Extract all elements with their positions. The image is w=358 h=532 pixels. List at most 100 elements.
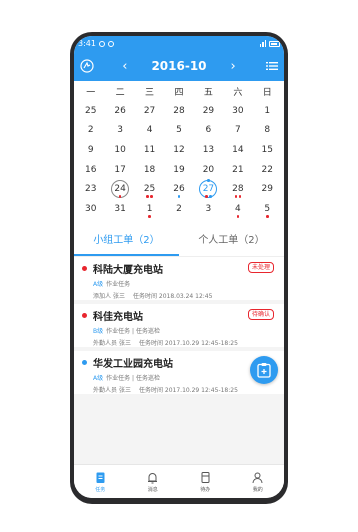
order-time: 2018.03.24 12:45 — [158, 292, 213, 300]
list-item[interactable]: 科佳充电站 待确认 B级 作业任务 | 任务巡检 外勤人员 张三 任务时间 2017… — [74, 303, 284, 347]
calendar-day[interactable]: 9 — [76, 140, 105, 160]
time-label: 任务时间 — [138, 386, 163, 394]
calendar-day[interactable]: 30 — [223, 101, 252, 121]
event-dots — [223, 215, 252, 218]
event-dots — [253, 215, 282, 218]
day-number: 10 — [114, 144, 126, 155]
day-number: 15 — [261, 144, 273, 155]
calendar-day[interactable]: 6 — [194, 121, 223, 141]
event-dots — [164, 195, 193, 198]
calendar-day[interactable]: 19 — [164, 160, 193, 180]
nav-label: 任务 — [95, 486, 106, 493]
calendar-week-row: 9 10 11 12 13 14 15 — [74, 140, 284, 160]
calendar-day[interactable]: 2 — [164, 199, 193, 219]
status-dot — [82, 312, 87, 318]
tab-group-orders[interactable]: 小组工单（2） — [74, 227, 179, 256]
event-dots — [135, 215, 164, 218]
calendar-day[interactable]: 1 — [135, 199, 164, 219]
day-number: 27 — [143, 105, 156, 116]
tab-personal-orders[interactable]: 个人工单（2） — [179, 227, 284, 256]
order-time: 2017.10.29 12:45-18:25 — [164, 386, 238, 394]
day-number: 29 — [202, 105, 215, 116]
nav-label: 消息 — [147, 486, 158, 493]
signal-icon — [259, 40, 266, 47]
weekday-label: 六 — [233, 87, 243, 98]
calendar-day[interactable]: 28 — [164, 101, 193, 121]
todo-icon — [201, 471, 210, 483]
calendar-day[interactable]: 29 — [253, 179, 282, 199]
list-item[interactable]: 科陆大厦充电站 未处理 A级 作业任务 添加人 张三 任务时间 2018.03.24… — [74, 256, 284, 300]
calendar-day-today[interactable]: 24 — [105, 179, 134, 199]
calendar-day[interactable]: 8 — [253, 121, 282, 141]
day-number: 27 — [202, 184, 215, 195]
calendar-day[interactable]: 1 — [253, 101, 282, 121]
nav-label: 待办 — [200, 486, 211, 493]
calendar-day[interactable]: 29 — [194, 101, 223, 121]
calendar-day[interactable]: 15 — [253, 140, 282, 160]
calendar-day[interactable]: 3 — [105, 121, 134, 141]
event-dots — [105, 195, 134, 198]
list-item[interactable]: 华发工业园充电站 A级 作业任务 | 任务巡检 外勤人员 张三 任务时间 2017.… — [74, 350, 284, 394]
calendar-day[interactable]: 14 — [223, 140, 252, 160]
calendar-day[interactable]: 30 — [76, 199, 105, 219]
order-type: 作业任务 | 任务巡检 — [106, 374, 160, 382]
event-dot — [266, 215, 269, 218]
day-number: 9 — [87, 144, 94, 155]
calendar-day[interactable]: 11 — [135, 140, 164, 160]
person-label: 外勤人员 — [93, 386, 118, 394]
add-order-button[interactable] — [250, 355, 278, 384]
event-dots — [135, 195, 164, 198]
status-badge: 未处理 — [247, 261, 274, 273]
calendar-day[interactable]: 5 — [164, 121, 193, 141]
order-tabs: 小组工单（2） 个人工单（2） — [74, 227, 284, 257]
prev-month-button[interactable]: ‹ — [122, 59, 127, 74]
list-menu-icon[interactable] — [266, 60, 278, 72]
calendar-day[interactable]: 7 — [223, 121, 252, 141]
day-number: 16 — [84, 164, 97, 175]
day-number: 26 — [173, 184, 185, 195]
location-icon[interactable] — [80, 59, 94, 73]
next-month-button[interactable]: › — [231, 59, 236, 74]
nav-todo[interactable]: 待办 — [179, 465, 232, 498]
day-number: 17 — [114, 164, 126, 175]
calendar-day[interactable]: 4 — [223, 199, 252, 219]
calendar-day[interactable]: 25 — [135, 179, 164, 199]
calendar-day[interactable]: 23 — [76, 179, 105, 199]
nav-messages[interactable]: 消息 — [127, 465, 180, 498]
calendar-day[interactable]: 18 — [135, 160, 164, 180]
calendar-day[interactable]: 12 — [164, 140, 193, 160]
calendar-day[interactable]: 4 — [135, 121, 164, 141]
calendar-day[interactable]: 22 — [253, 160, 282, 180]
calendar-day[interactable]: 3 — [194, 199, 223, 219]
calendar-day[interactable]: 26 — [105, 101, 134, 121]
calendar-day[interactable]: 16 — [76, 160, 105, 180]
nav-tasks[interactable]: 任务 — [74, 465, 127, 498]
calendar-day[interactable]: 17 — [105, 160, 134, 180]
calendar-week-row: 25 26 27 28 29 30 1 — [74, 101, 284, 121]
calendar-day[interactable]: 13 — [194, 140, 223, 160]
event-dot — [148, 215, 151, 218]
order-type: 作业任务 | 任务巡检 — [106, 327, 160, 335]
time-label: 任务时间 — [132, 292, 157, 300]
calendar-day[interactable]: 21 — [223, 160, 252, 180]
day-number: 3 — [205, 203, 212, 214]
weekday-row: 一 二 三 四 五 六 日 — [74, 81, 284, 101]
calendar-day[interactable]: 26 — [164, 179, 193, 199]
calendar-day[interactable]: 5 — [253, 199, 282, 219]
calendar-day-selected[interactable]: 27 — [194, 179, 223, 199]
day-number: 25 — [84, 105, 97, 116]
order-list: 科陆大厦充电站 未处理 A级 作业任务 添加人 张三 任务时间 2018.03.24… — [74, 256, 284, 489]
weekday-label: 三 — [145, 87, 155, 98]
calendar-day[interactable]: 20 — [194, 160, 223, 180]
day-number: 2 — [176, 203, 182, 214]
calendar-day[interactable]: 25 — [76, 101, 105, 121]
calendar-day[interactable]: 10 — [105, 140, 134, 160]
person-label: 添加人 — [93, 292, 112, 300]
calendar-day[interactable]: 27 — [135, 101, 164, 121]
calendar-day[interactable]: 31 — [105, 199, 134, 219]
weekday-label: 一 — [86, 87, 96, 98]
nav-profile[interactable]: 我的 — [232, 465, 285, 498]
event-dot — [205, 195, 208, 198]
calendar-day[interactable]: 2 — [76, 121, 105, 141]
calendar-day[interactable]: 28 — [223, 179, 252, 199]
